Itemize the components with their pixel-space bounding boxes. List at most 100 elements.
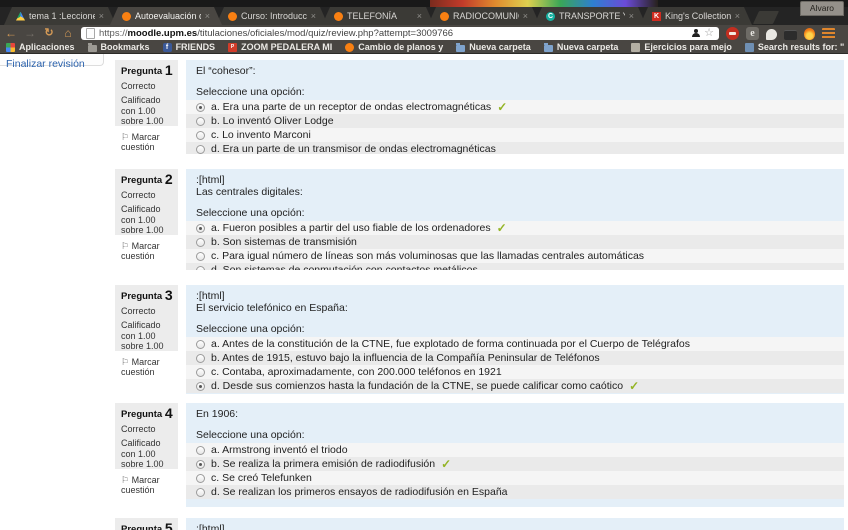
radio-button: [196, 145, 205, 154]
bookmark-aplicaciones[interactable]: Aplicaciones: [6, 42, 75, 52]
window-frame: [0, 0, 848, 7]
answer-option: d. Era un parte de un transmisor de onda…: [186, 142, 844, 154]
home-button[interactable]: [62, 27, 74, 39]
bookmarks-bar: Aplicaciones Bookmarks FRIENDS ZOOM PEDA…: [0, 41, 848, 54]
question-state: Correcto: [121, 424, 174, 435]
tab-telefonia[interactable]: TELEFONÍA: [322, 7, 434, 25]
close-icon[interactable]: [629, 12, 634, 21]
question-content: :[html] Las centrales digitales: Selecci…: [186, 169, 844, 270]
tab-title: tema 1 :Lecciones 3 y 4: [29, 11, 95, 21]
drive-icon: [16, 12, 25, 21]
folder-icon: [88, 45, 97, 52]
question-grade: Calificado con 1.00 sobre 1.00: [121, 204, 174, 236]
close-icon[interactable]: [99, 12, 104, 21]
answer-list: a. Antes de la constitución de la CTNE, …: [186, 337, 844, 393]
finish-review-link[interactable]: Finalizar revisión: [6, 58, 85, 70]
tab-curso[interactable]: Curso: Introducción a las: [216, 7, 328, 25]
profile-button[interactable]: Alvaro: [800, 1, 844, 16]
close-icon[interactable]: [735, 12, 740, 21]
bookmark-bookmarks[interactable]: Bookmarks: [88, 42, 150, 52]
question-state: Correcto: [121, 190, 174, 201]
correct-check-icon: [441, 458, 451, 470]
tab-tema1[interactable]: tema 1 :Lecciones 3 y 4: [4, 7, 116, 25]
question-info-box: Pregunta 5 Correcto Calificado con 1.00 …: [115, 518, 178, 530]
menu-icon[interactable]: [822, 28, 835, 39]
close-icon[interactable]: [523, 12, 528, 21]
flame-extension-icon[interactable]: [804, 28, 815, 40]
address-bar[interactable]: https://moodle.upm.es/titulaciones/ofici…: [81, 27, 719, 40]
question-number: Pregunta 1: [121, 65, 174, 78]
bookmark-friends[interactable]: FRIENDS: [163, 42, 216, 52]
person-icon[interactable]: [691, 29, 700, 38]
answer-list: a. Era una parte de un receptor de ondas…: [186, 100, 844, 154]
close-icon[interactable]: [205, 12, 210, 21]
question-number: Pregunta 5: [121, 523, 174, 530]
question-content: :[html] El servicio telefónico en España…: [186, 285, 844, 394]
question-info-box: Pregunta 4 Correcto Calificado con 1.00 …: [115, 403, 178, 469]
question-grade: Calificado con 1.00 sobre 1.00: [121, 320, 174, 352]
answer-list: a. Fueron posibles a partir del uso fiab…: [186, 221, 844, 270]
moodle-quiz-review-page: Finalizar revisión Pregunta 1 Correcto C…: [0, 54, 848, 530]
forward-button[interactable]: [24, 27, 36, 39]
moodle-icon: [228, 12, 237, 21]
radio-button: [196, 117, 205, 126]
bookmark-nueva-carpeta-2[interactable]: Nueva carpeta: [544, 42, 619, 52]
tab-title: Autoevaluación de las lec: [135, 11, 201, 21]
dark-extension-icon[interactable]: [784, 30, 797, 40]
tab-autoevaluacion[interactable]: Autoevaluación de las lec: [110, 7, 222, 25]
close-icon[interactable]: [311, 12, 316, 21]
radio-button: [196, 238, 205, 247]
balloon-extension-icon[interactable]: [766, 29, 777, 40]
bookmark-star-icon[interactable]: [704, 28, 714, 39]
correct-check-icon: [497, 101, 507, 113]
tab-transporte[interactable]: TRANSPORTE Y COMUNIC: [534, 7, 646, 25]
correct-check-icon: [629, 380, 639, 392]
browser-toolbar: https://moodle.upm.es/titulaciones/ofici…: [0, 25, 848, 41]
question-content: En 1906: Seleccione una opción: a. Armst…: [186, 403, 844, 507]
tab-bar: tema 1 :Lecciones 3 y 4 Autoevaluación d…: [0, 7, 848, 25]
back-button[interactable]: [5, 27, 17, 39]
flag-question-link[interactable]: Marcar cuestión: [121, 241, 174, 262]
evernote-extension-icon[interactable]: [746, 27, 759, 40]
question-grade: Calificado con 1.00 sobre 1.00: [121, 95, 174, 127]
bookmark-nueva-carpeta-1[interactable]: Nueva carpeta: [456, 42, 531, 52]
bookmark-search-results[interactable]: Search results for: ": [745, 42, 844, 52]
flag-icon: [121, 475, 129, 485]
question-text: En 1906:: [186, 408, 844, 420]
question-info-box: Pregunta 1 Correcto Calificado con 1.00 …: [115, 60, 178, 126]
tab-radiocomunicacion[interactable]: RADIOCOMUNICACIÓN: [428, 7, 540, 25]
flag-question-link[interactable]: Marcar cuestión: [121, 357, 174, 378]
new-tab-button[interactable]: [753, 11, 779, 24]
question-text: :[html] Las centrales digitales:: [186, 174, 844, 198]
flag-question-link[interactable]: Marcar cuestión: [121, 475, 174, 496]
quiz-navigation-block: Finalizar revisión: [0, 54, 104, 66]
question-info-box: Pregunta 2 Correcto Calificado con 1.00 …: [115, 169, 178, 235]
adblock-extension-icon[interactable]: [726, 27, 739, 40]
pdf-icon: [228, 43, 237, 52]
answer-prompt: Seleccione una opción:: [186, 429, 844, 441]
radio-button: [196, 368, 205, 377]
tab-title: King's Collections : Onlin: [665, 11, 731, 21]
reload-button[interactable]: [43, 27, 55, 39]
answer-option: c. Lo invento Marconi: [186, 128, 844, 142]
answer-prompt: Seleccione una opción:: [186, 323, 844, 335]
moodle-icon: [345, 43, 354, 52]
radio-button: [196, 446, 205, 455]
radio-button: [196, 224, 205, 233]
search-page-icon: [745, 43, 754, 52]
wallpaper-strip: [430, 0, 658, 7]
bookmark-cambio-de-planos[interactable]: Cambio de planos y: [345, 42, 443, 52]
correct-check-icon: [497, 222, 507, 234]
flag-question-link[interactable]: Marcar cuestión: [121, 132, 174, 153]
radio-button: [196, 382, 205, 391]
radio-button: [196, 474, 205, 483]
url-text[interactable]: https://moodle.upm.es/titulaciones/ofici…: [99, 28, 687, 39]
tab-kings-collections[interactable]: King's Collections : Onlin: [640, 7, 752, 25]
close-icon[interactable]: [417, 12, 422, 21]
question-content: :[html] Seleccione una opción:: [186, 518, 844, 530]
folder-icon: [456, 45, 465, 52]
answer-prompt: Seleccione una opción:: [186, 86, 844, 98]
bookmark-zoom-pedalera[interactable]: ZOOM PEDALERA MI: [228, 42, 332, 52]
bookmark-ejercicios[interactable]: Ejercicios para mejo: [631, 42, 732, 52]
page-icon: [86, 28, 95, 39]
